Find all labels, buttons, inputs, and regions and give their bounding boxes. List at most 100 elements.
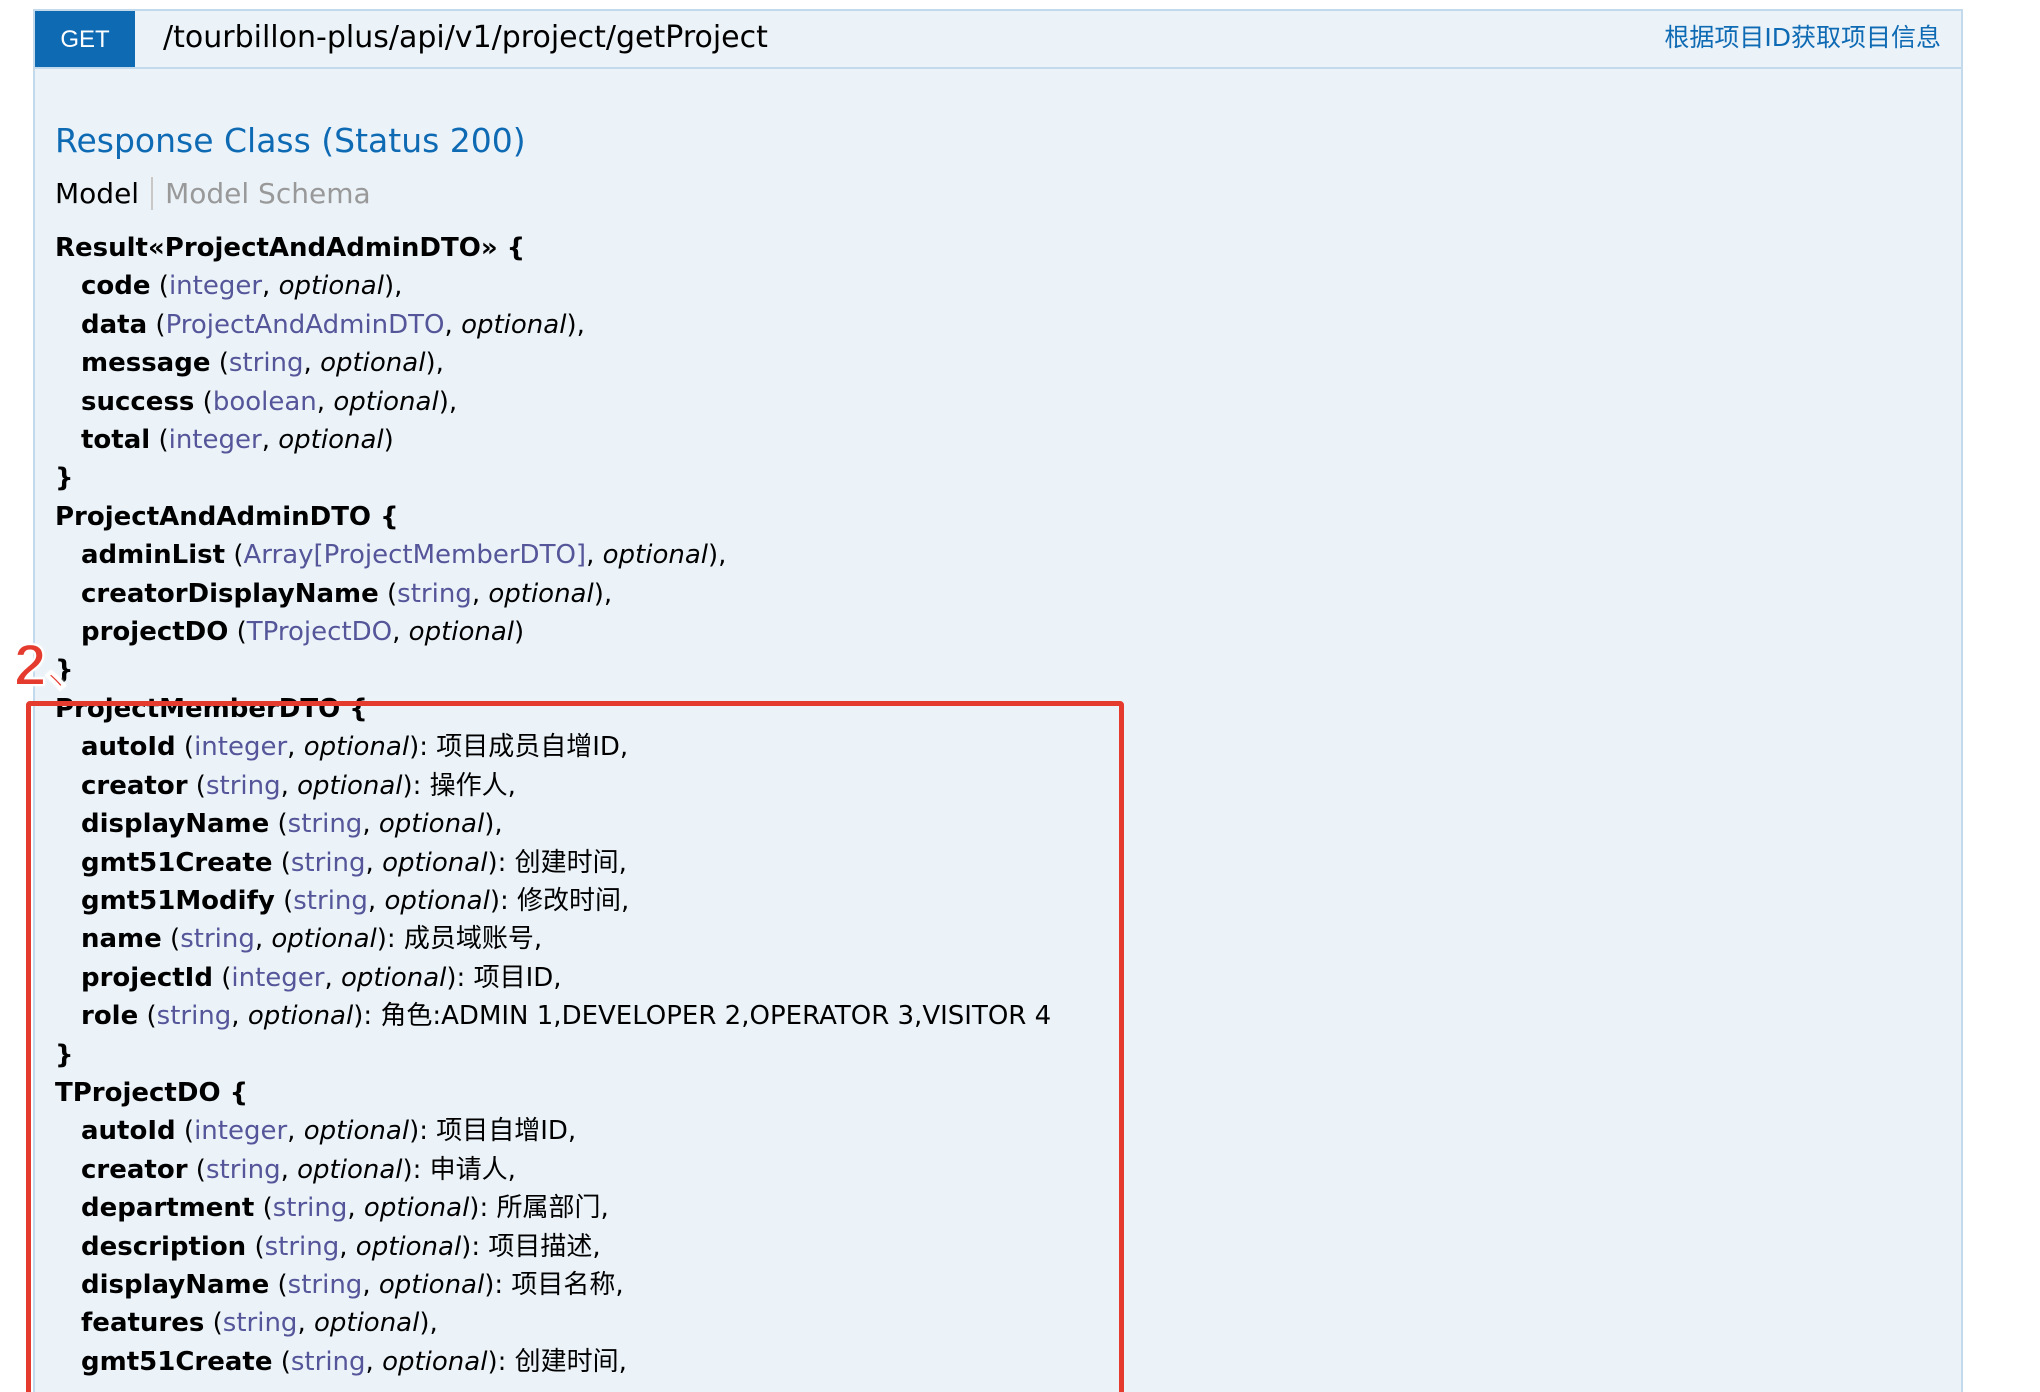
property-punctuation: ): — [409, 732, 428, 763]
property-name: success — [81, 386, 195, 417]
property-type-link[interactable]: boolean — [213, 387, 317, 417]
property-optional: optional — [341, 962, 447, 993]
property-description: 项目成员自增ID, — [436, 732, 629, 763]
property-row: name (string, optional): 成员域账号, — [81, 924, 543, 955]
model-block: Result«ProjectAndAdminDTO» {code (intege… — [55, 229, 1051, 498]
property-optional: optional — [297, 770, 403, 801]
property-optional: optional — [278, 271, 384, 302]
property-punctuation: ): — [469, 1193, 489, 1224]
property-type-link[interactable]: string — [288, 1270, 363, 1300]
property-punctuation: ), — [425, 348, 444, 379]
property-type-link[interactable]: string — [223, 1308, 298, 1338]
annotation-number-label: 2、 — [13, 632, 103, 699]
model-close-brace: } — [55, 1039, 74, 1070]
property-name: displayName — [81, 809, 270, 840]
property-description: 项目ID, — [473, 962, 562, 993]
property-optional: optional — [602, 540, 708, 571]
http-method-badge[interactable]: GET — [35, 11, 135, 67]
model-block: ProjectAndAdminDTO {adminList (Array[Pro… — [55, 498, 1051, 690]
property-row: department (string, optional): 所属部门, — [81, 1193, 609, 1224]
property-description: 成员域账号, — [403, 924, 543, 955]
property-optional: optional — [271, 924, 377, 955]
property-type-link[interactable]: string — [265, 1232, 340, 1262]
property-type-link[interactable]: integer — [169, 425, 262, 455]
property-description: 项目自增ID, — [436, 1116, 577, 1147]
property-optional: optional — [320, 348, 426, 379]
endpoint-heading[interactable]: GET /tourbillon-plus/api/v1/project/getP… — [35, 11, 1961, 69]
property-row: creator (string, optional): 申请人, — [81, 1154, 516, 1185]
endpoint-summary-link[interactable]: 根据项目ID获取项目信息 — [1664, 11, 1941, 67]
property-type-link[interactable]: integer — [194, 732, 287, 762]
property-punctuation: ): — [461, 1231, 481, 1262]
property-type-link[interactable]: ProjectAndAdminDTO — [166, 310, 445, 340]
property-punctuation: ), — [438, 386, 458, 417]
property-optional: optional — [408, 617, 515, 648]
property-punctuation: ): — [487, 1346, 507, 1377]
property-optional: optional — [297, 1154, 403, 1185]
property-name: total — [81, 425, 151, 456]
model-close-brace: } — [55, 463, 74, 494]
property-type-link[interactable]: string — [288, 809, 363, 839]
property-name: description — [81, 1231, 247, 1262]
property-type-link[interactable]: string — [180, 924, 255, 954]
property-punctuation: ): — [487, 847, 507, 878]
property-row: creator (string, optional): 操作人, — [81, 770, 516, 801]
property-description: 所属部门, — [496, 1193, 609, 1224]
property-optional: optional — [378, 1269, 485, 1300]
property-name: projectId — [81, 962, 213, 993]
model-block: ProjectMemberDTO {autoId (integer, optio… — [55, 690, 1051, 1074]
property-optional: optional — [461, 309, 567, 340]
response-class-title: Response Class (Status 200) — [55, 121, 526, 160]
tab-model-schema[interactable]: Model Schema — [153, 177, 371, 210]
property-type-link[interactable]: string — [157, 1001, 232, 1031]
property-row: autoId (integer, optional): 项目自增ID, — [81, 1116, 577, 1147]
property-punctuation: ) — [383, 425, 394, 456]
property-punctuation: ): — [402, 1154, 422, 1185]
property-type-link[interactable]: string — [206, 1155, 281, 1185]
property-name: message — [81, 348, 211, 379]
property-name: features — [81, 1308, 205, 1339]
property-description: 项目名称, — [511, 1269, 624, 1300]
model-name: ProjectMemberDTO { — [55, 693, 368, 724]
property-type-link[interactable]: string — [291, 1347, 366, 1377]
property-row: adminList (Array[ProjectMemberDTO], opti… — [81, 540, 727, 571]
property-optional: optional — [278, 425, 384, 456]
model-tabs: Model Model Schema — [55, 173, 371, 213]
property-punctuation: ): — [376, 924, 396, 955]
endpoint-path-link[interactable]: /tourbillon-plus/api/v1/project/getProje… — [163, 11, 768, 67]
model-block: TProjectDO {autoId (integer, optional): … — [55, 1074, 1051, 1381]
tab-model[interactable]: Model — [55, 176, 154, 210]
property-type-link[interactable]: string — [229, 348, 304, 378]
property-description: 创建时间, — [514, 1346, 627, 1377]
property-optional: optional — [313, 1308, 420, 1339]
property-name: gmt51Modify — [81, 885, 275, 916]
property-type-link[interactable]: string — [293, 886, 368, 916]
property-punctuation: ) — [514, 617, 525, 648]
property-optional: optional — [382, 1346, 488, 1377]
property-name: autoId — [81, 732, 176, 763]
property-optional: optional — [378, 809, 485, 840]
property-punctuation: ): — [353, 1001, 373, 1032]
property-row: code (integer, optional), — [81, 271, 403, 302]
property-description: 操作人, — [429, 770, 516, 801]
property-type-link[interactable]: integer — [231, 963, 324, 993]
property-type-link[interactable]: integer — [194, 1116, 287, 1146]
property-type-link[interactable]: string — [291, 848, 366, 878]
property-punctuation: ): — [484, 1269, 504, 1300]
property-type-link[interactable]: Array[ProjectMemberDTO] — [243, 540, 586, 570]
property-row: projectDO (TProjectDO, optional) — [81, 617, 525, 648]
property-name: name — [81, 924, 162, 955]
property-row: displayName (string, optional): 项目名称, — [81, 1269, 624, 1300]
property-type-link[interactable]: integer — [169, 271, 262, 301]
property-name: creator — [81, 770, 188, 801]
property-description: 项目描述, — [488, 1231, 601, 1262]
property-type-link[interactable]: TProjectDO — [247, 617, 392, 647]
property-optional: optional — [247, 1001, 354, 1032]
property-type-link[interactable]: string — [397, 579, 472, 609]
property-type-link[interactable]: string — [206, 771, 281, 801]
property-row: displayName (string, optional), — [81, 809, 503, 840]
property-name: role — [81, 1001, 139, 1032]
property-row: success (boolean, optional), — [81, 386, 458, 417]
property-punctuation: ), — [566, 309, 585, 340]
property-type-link[interactable]: string — [273, 1193, 348, 1223]
